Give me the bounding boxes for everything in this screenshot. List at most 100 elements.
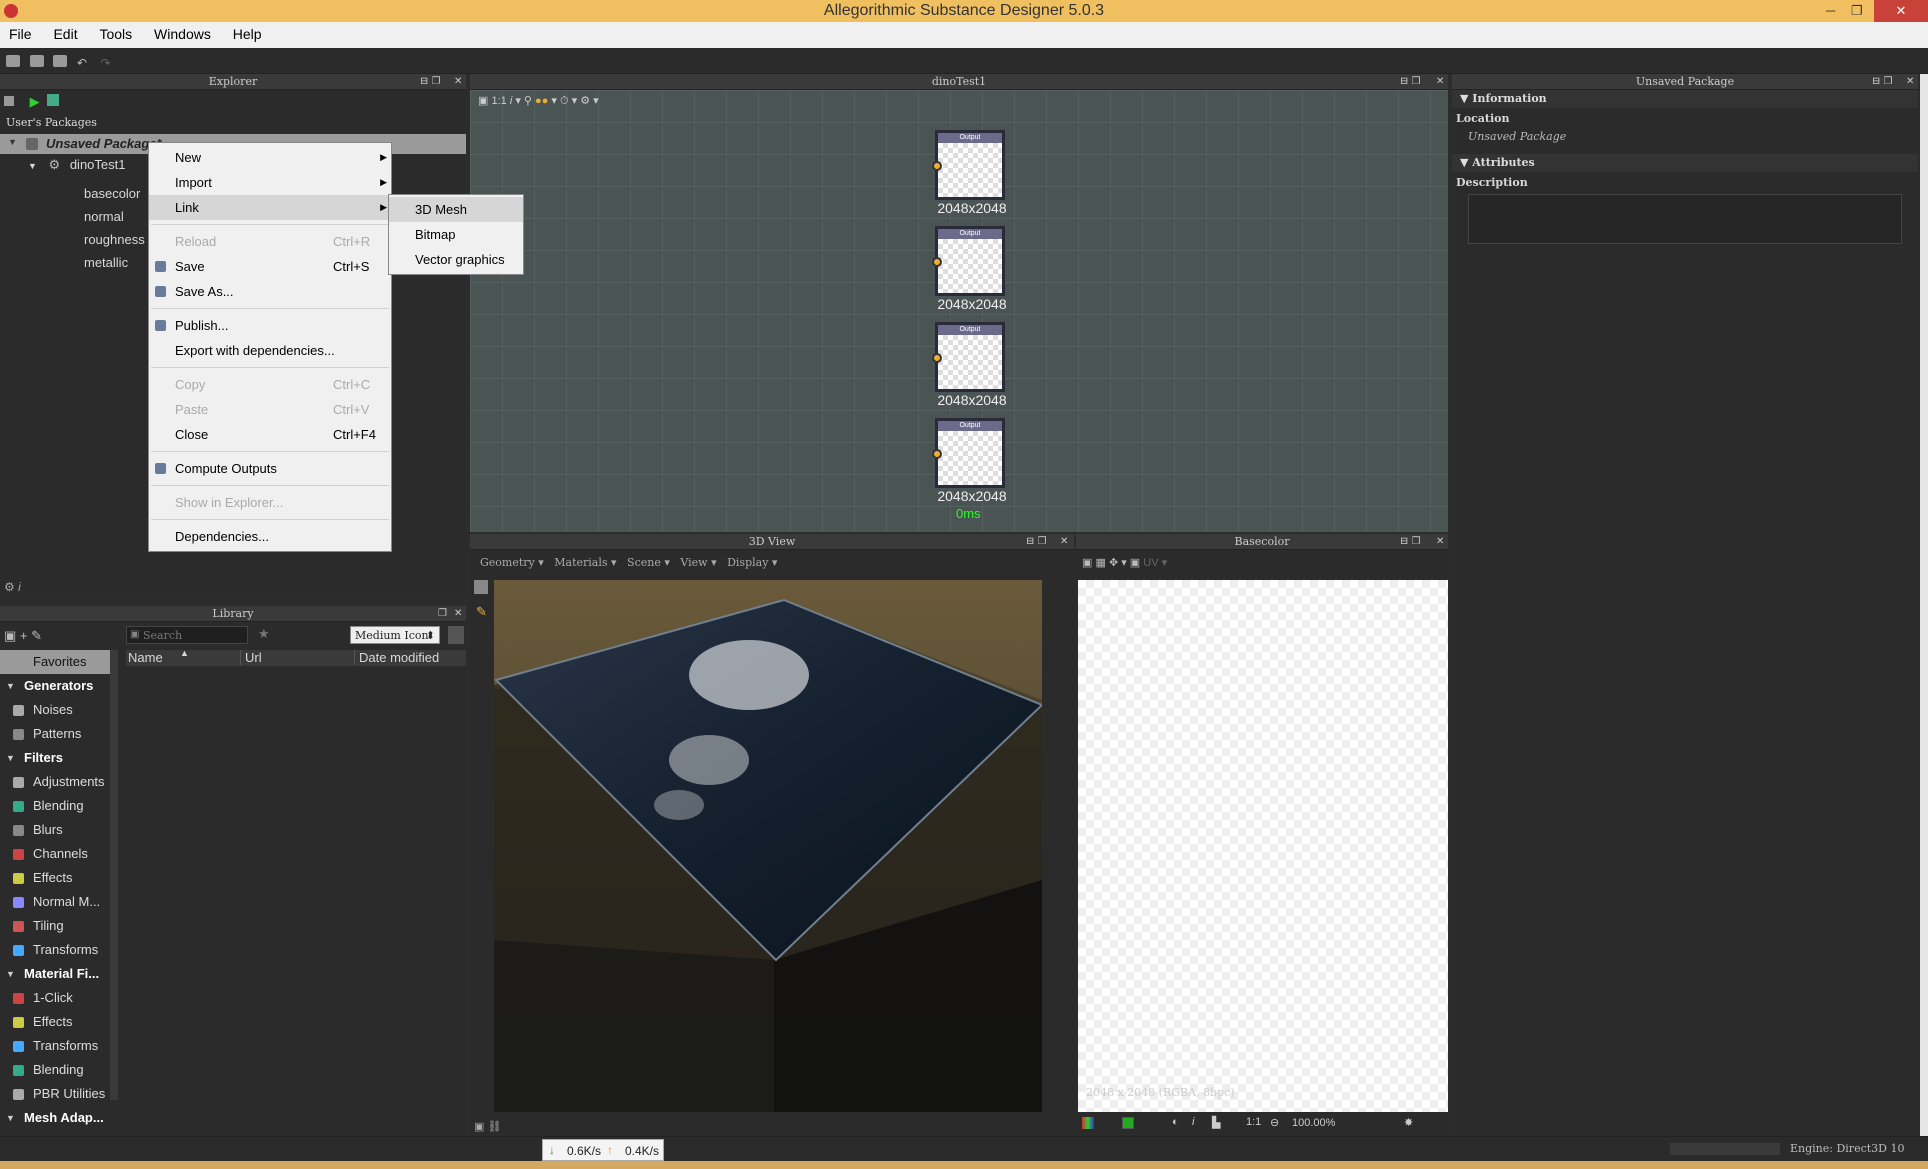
search-icon[interactable]: ⚲	[524, 95, 532, 107]
menu-materials[interactable]: Materials	[554, 556, 607, 569]
texture-preview[interactable]	[1078, 580, 1448, 1112]
library-item[interactable]: Tiling	[0, 914, 110, 938]
output-metallic[interactable]: metallic	[84, 251, 145, 274]
window-scrollbar[interactable]	[1920, 74, 1928, 1136]
minimize-icon[interactable]: ─	[1826, 0, 1835, 22]
menu-display[interactable]: Display	[727, 556, 768, 569]
library-toolbar[interactable]: ▣ + ✎	[4, 628, 42, 644]
float-icon[interactable]: ❐	[438, 606, 447, 622]
frame-icon[interactable]: ▣	[478, 95, 488, 107]
menu-scene[interactable]: Scene	[627, 556, 661, 569]
channels-icon[interactable]	[1082, 1117, 1094, 1129]
menu-item-export-with-dependencies[interactable]: Export with dependencies...	[149, 338, 391, 363]
output-node[interactable]: Output	[932, 322, 1005, 392]
redo-icon[interactable]: ↷	[101, 56, 115, 70]
output-node[interactable]: Output	[932, 226, 1005, 296]
uv-label[interactable]: UV	[1143, 557, 1158, 569]
input-port[interactable]	[932, 449, 942, 459]
menu-item-publish[interactable]: Publish...	[149, 313, 391, 338]
color-icon[interactable]	[1122, 1117, 1134, 1129]
zoom-out-icon[interactable]: ⊖	[1270, 1116, 1279, 1129]
menu-item-new[interactable]: New ▶	[149, 145, 391, 170]
menu-item-close[interactable]: Close Ctrl+F4	[149, 422, 391, 447]
output-node[interactable]: Output	[932, 130, 1005, 200]
menu-item-import[interactable]: Import ▶	[149, 170, 391, 195]
3d-viewport[interactable]	[494, 580, 1042, 1112]
image-icon[interactable]: ▣	[1130, 557, 1140, 569]
library-item[interactable]: Channels	[0, 842, 110, 866]
submenu-3d-mesh[interactable]: 3D Mesh	[389, 197, 523, 222]
submenu-bitmap[interactable]: Bitmap	[389, 222, 523, 247]
link-style-icon[interactable]: ●●	[535, 95, 548, 107]
light-icon[interactable]: ✎	[476, 604, 487, 620]
float-icon[interactable]: ⊟ ❐	[1400, 74, 1421, 90]
menu-tools[interactable]: Tools	[90, 22, 141, 42]
view-mode-select[interactable]: Medium Icon ⬍	[350, 626, 440, 644]
frame-icon[interactable]: ▣	[1082, 557, 1092, 569]
publish-icon[interactable]	[47, 94, 60, 106]
library-category[interactable]: Material Fi...	[0, 962, 110, 986]
search-input[interactable]: ▣ Search	[126, 626, 248, 644]
library-item[interactable]: Patterns	[0, 722, 110, 746]
explorer-footer-icons[interactable]: ⚙ i	[4, 580, 21, 594]
menu-help[interactable]: Help	[224, 22, 271, 42]
close-panel-icon[interactable]: ✕	[1906, 74, 1914, 90]
float-icon[interactable]: ⊟ ❐	[1026, 534, 1047, 550]
input-port[interactable]	[932, 161, 942, 171]
settings-icon[interactable]: ⚙	[580, 95, 590, 107]
output-node[interactable]: Output	[932, 418, 1005, 488]
library-category[interactable]: Filters	[0, 746, 110, 770]
column-url[interactable]: Url	[240, 650, 262, 665]
float-icon[interactable]: ⊟ ❐	[420, 74, 441, 90]
close-panel-icon[interactable]: ✕	[1436, 74, 1444, 90]
camera-icon[interactable]	[474, 580, 488, 594]
timer-icon[interactable]: ⏱	[560, 95, 569, 107]
info-icon[interactable]: i	[1192, 1116, 1194, 1128]
library-item[interactable]: Noises	[0, 698, 110, 722]
color-picker-icon[interactable]: ◐	[1172, 1116, 1179, 1128]
menu-view[interactable]: View	[680, 556, 707, 569]
float-icon[interactable]: ⊟ ❐	[1400, 534, 1421, 550]
graph-toolbar[interactable]: ▣ 1:1 i ▾ ⚲ ●● ▾ ⏱ ▾ ⚙ ▾	[478, 94, 599, 108]
library-item[interactable]: Favorites	[0, 650, 110, 674]
library-tree-scrollbar[interactable]	[110, 650, 118, 1100]
zoom-value[interactable]: 100.00%	[1292, 1117, 1335, 1129]
library-item[interactable]: PBR Utilities	[0, 1082, 110, 1106]
save-all-icon[interactable]	[53, 55, 68, 67]
library-item[interactable]: Blending	[0, 794, 110, 818]
save-image-icon[interactable]: ▦	[1095, 557, 1105, 569]
description-field[interactable]	[1468, 194, 1902, 244]
library-category[interactable]: Mesh Adap...	[0, 1106, 110, 1130]
star-icon[interactable]: ★	[258, 626, 270, 642]
run-icon[interactable]: ▶	[30, 94, 40, 109]
close-panel-icon[interactable]: ✕	[1436, 534, 1444, 550]
undo-icon[interactable]: ↶	[77, 56, 91, 70]
information-section[interactable]: ▼ Information	[1452, 90, 1918, 108]
library-item[interactable]: Transforms	[0, 1034, 110, 1058]
close-panel-icon[interactable]: ✕	[454, 74, 462, 90]
menu-edit[interactable]: Edit	[44, 22, 86, 42]
close-panel-icon[interactable]: ✕	[454, 606, 462, 622]
new-graph-icon[interactable]	[4, 96, 14, 106]
menu-item-compute-outputs[interactable]: Compute Outputs	[149, 456, 391, 481]
menu-file[interactable]: File	[0, 22, 41, 42]
library-item[interactable]: 1-Click	[0, 986, 110, 1010]
open-package-icon[interactable]	[29, 55, 44, 67]
library-item[interactable]: Effects	[0, 1010, 110, 1034]
info-icon[interactable]: i	[510, 95, 512, 107]
filter-icon[interactable]	[448, 626, 464, 644]
library-item[interactable]: Effects	[0, 866, 110, 890]
restore-icon[interactable]: ❐	[1851, 0, 1863, 22]
library-item[interactable]: Blending	[0, 1058, 110, 1082]
close-panel-icon[interactable]: ✕	[1060, 534, 1068, 550]
library-item[interactable]: Normal M...	[0, 890, 110, 914]
3d-footer-icons[interactable]: ▣ ⛓	[474, 1120, 501, 1133]
float-icon[interactable]: ⊟ ❐	[1872, 74, 1893, 90]
menu-item-save-as[interactable]: Save As...	[149, 279, 391, 304]
input-port[interactable]	[932, 257, 942, 267]
library-item[interactable]: Blurs	[0, 818, 110, 842]
zoom-ratio[interactable]: 1:1	[491, 95, 506, 107]
library-item[interactable]: Adjustments	[0, 770, 110, 794]
close-window-button[interactable]: ✕	[1874, 0, 1928, 22]
menu-item-dependencies[interactable]: Dependencies...	[149, 524, 391, 549]
